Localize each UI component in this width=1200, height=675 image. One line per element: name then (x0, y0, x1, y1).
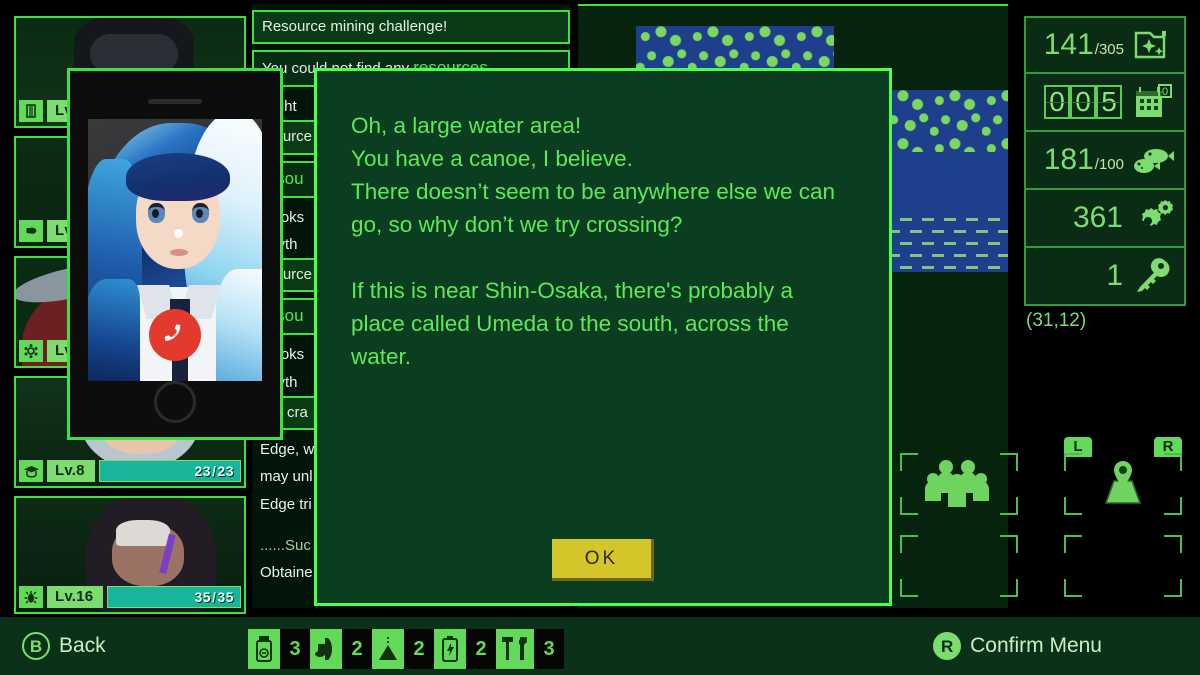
stat-value: 1 (1106, 259, 1123, 292)
gears-icon (1126, 199, 1178, 237)
calendar-icon: 0 (1126, 83, 1178, 121)
back-label: Back (59, 634, 106, 657)
key-icon (1126, 257, 1178, 295)
people-group-icon (896, 449, 1022, 519)
graduation-icon (19, 460, 43, 482)
stat-row-parts[interactable]: 361 (1024, 190, 1186, 248)
dialog-box: Oh, a large water area! You have a canoe… (314, 68, 892, 606)
odometer-digit: 0 (1070, 85, 1096, 119)
item-slot[interactable]: 2 (310, 629, 372, 669)
net-trap-icon (372, 629, 404, 669)
b-button-icon: B (22, 632, 50, 660)
fish-food-icon (1126, 142, 1178, 178)
flower-icon (19, 340, 43, 362)
medicine-bottle-icon (248, 629, 280, 669)
odometer-digit: 5 (1096, 85, 1122, 119)
menu-empty-slot[interactable] (896, 525, 1022, 607)
sparkle-folder-icon (1126, 25, 1178, 65)
game-screen: Lv. Lv. Lv. Lv.8 23/23 Lv.16 35/35 Resou… (0, 0, 1200, 675)
menu-icon-grid: L R (896, 429, 1186, 607)
map-tile-water (878, 152, 1008, 272)
item-count: 2 (342, 629, 372, 669)
map-tile-forest (878, 90, 1008, 152)
coordinates-label: (31,12) (1026, 310, 1087, 331)
phone-home-button[interactable] (154, 381, 196, 423)
phone-speaker (148, 99, 202, 104)
map-pin-icon (1060, 449, 1186, 519)
party-member-card[interactable]: Lv.16 35/35 (14, 496, 246, 614)
item-slot[interactable]: 2 (372, 629, 434, 669)
stat-row-food[interactable]: 181/100 (1024, 132, 1186, 190)
menu-empty-slot[interactable] (1060, 525, 1186, 607)
level-label: Lv.16 (47, 586, 104, 608)
item-count: 3 (280, 629, 310, 669)
menu-party-button[interactable] (896, 443, 1022, 525)
hp-text: 35/35 (194, 589, 234, 605)
confirm-menu-label: Confirm Menu (970, 634, 1102, 657)
stat-value: 361 (1072, 201, 1123, 234)
odometer-digit: 0 (1044, 85, 1070, 119)
item-count: 2 (466, 629, 496, 669)
item-quickbar: 3 2 2 2 3 (248, 629, 564, 669)
item-slot[interactable]: 2 (434, 629, 496, 669)
ok-button[interactable]: OK (552, 539, 654, 581)
hp-text: 23/23 (194, 463, 234, 479)
item-slot[interactable]: 3 (496, 629, 564, 669)
day-odometer: 0 0 5 (1030, 85, 1126, 119)
stat-row-days[interactable]: 0 0 5 0 (1024, 74, 1186, 132)
bug-icon (19, 586, 43, 608)
stat-row-materials[interactable]: 141/305 (1024, 16, 1186, 74)
svg-text:0: 0 (1162, 86, 1168, 98)
bottom-bar: B Back 3 2 2 2 3 R Confirm Menu (0, 617, 1200, 675)
tools-icon (496, 629, 534, 669)
item-count: 2 (404, 629, 434, 669)
vest-icon (19, 100, 43, 122)
battery-icon (434, 629, 466, 669)
stat-value: 141/305 (1043, 28, 1124, 61)
stat-row-keys[interactable]: 1 (1024, 248, 1186, 306)
log-item: Resource mining challenge! (252, 10, 570, 45)
phone-call-overlay[interactable] (67, 68, 283, 440)
item-count: 3 (534, 629, 564, 669)
hangup-icon[interactable] (149, 309, 201, 361)
bullet-icon (310, 629, 342, 669)
r-button-icon: R (933, 632, 962, 660)
level-label: Lv.8 (47, 460, 95, 482)
dialog-text: Oh, a large water area! You have a canoe… (351, 113, 836, 369)
hp-bar: 35/35 (107, 586, 241, 608)
stat-value: 181/100 (1043, 143, 1124, 176)
hp-bar: 23/23 (98, 460, 241, 482)
muscle-icon (19, 220, 43, 242)
item-slot[interactable]: 3 (248, 629, 310, 669)
back-button[interactable]: B Back (22, 632, 106, 660)
stats-panel: 141/305 0 0 5 0 181/100 361 1 (31,12) (1024, 16, 1186, 332)
confirm-menu-button[interactable]: R Confirm Menu (933, 632, 1102, 660)
menu-map-button[interactable]: L R (1060, 437, 1186, 525)
